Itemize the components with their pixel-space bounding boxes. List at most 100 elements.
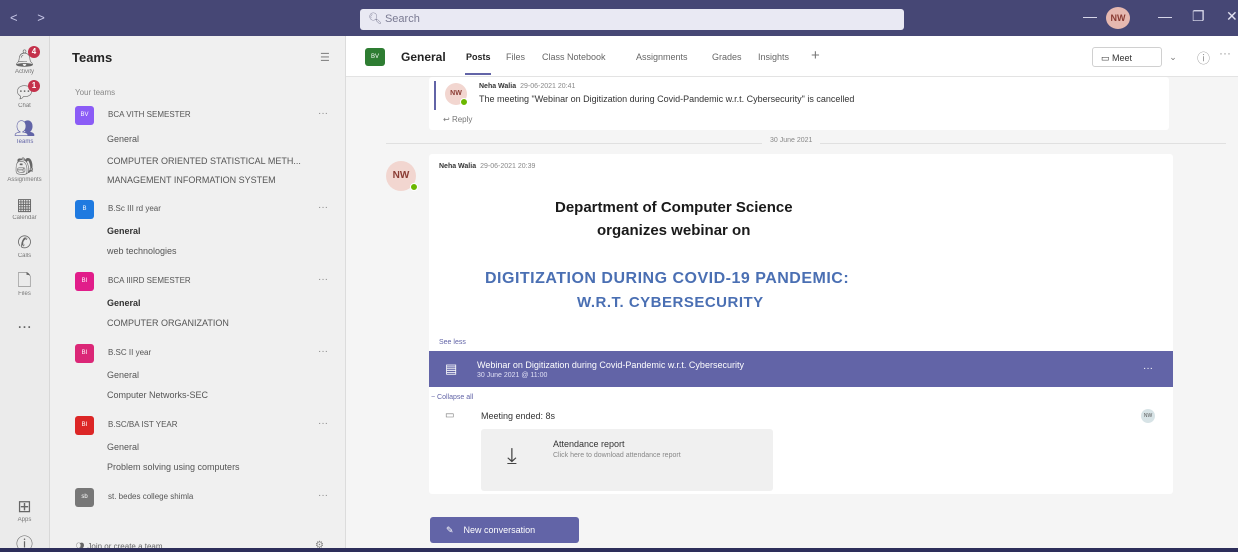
team-name: BCA VITH SEMESTER (108, 110, 191, 119)
channel-item[interactable]: General (107, 442, 139, 452)
tab-files[interactable]: Files (506, 52, 525, 62)
back-forward-nav[interactable]: < > (10, 10, 53, 25)
team-item[interactable]: B B.Sc III rd year ··· (75, 200, 335, 220)
attendance-report-card[interactable]: ⤓ Attendance report Click here to downlo… (481, 429, 773, 491)
active-tab-indicator (465, 73, 491, 75)
teams-panel: Teams ☰ Your teams BV BCA VITH SEMESTER … (50, 36, 346, 552)
teams-window: < > 🔍︎ Search — NW — ❐ ✕ 🔔︎ 4 Activity 💬︎… (0, 0, 1238, 552)
team-item[interactable]: BI BCA IIIRD SEMESTER ··· (75, 272, 335, 292)
rail-apps[interactable]: ⊞ Apps (0, 498, 49, 524)
message-header: Neha Walia 29-06-2021 20:41 (479, 83, 575, 90)
video-camera-icon: ▭ (1101, 53, 1113, 63)
filter-icon[interactable]: ☰ (320, 51, 330, 64)
attendance-report-title: Attendance report (553, 439, 625, 449)
channel-header: BV General Posts Files Class Notebook As… (346, 36, 1238, 77)
meeting-date: 30 June 2021 @ 11:00 (477, 372, 548, 379)
rail-chat[interactable]: 💬︎ 1 Chat (0, 80, 49, 109)
tab-class-notebook[interactable]: Class Notebook (542, 52, 606, 62)
team-name: st. bedes college shimla (108, 492, 194, 501)
conversation-area: NW Neha Walia 29-06-2021 20:41 The meetin… (346, 77, 1238, 552)
team-item[interactable]: sb st. bedes college shimla ··· (75, 488, 335, 508)
poster-heading-line: organizes webinar on (597, 222, 751, 239)
more-options-icon[interactable]: ··· (318, 346, 328, 357)
team-avatar: B (75, 200, 94, 219)
rail-calls[interactable]: ✆ Calls (0, 233, 49, 260)
download-icon: ⤓ (507, 443, 517, 468)
minimize-button[interactable]: — (1158, 8, 1172, 24)
add-tab-button[interactable]: + (811, 47, 820, 64)
title-bar: < > 🔍︎ Search — NW — ❐ ✕ (0, 0, 1238, 39)
more-icon: ... (17, 313, 32, 332)
team-avatar: BI (75, 344, 94, 363)
poster-heading-line: Department of Computer Science (555, 199, 793, 216)
more-options-icon[interactable]: ··· (318, 108, 328, 119)
team-name: B.Sc III rd year (108, 204, 161, 213)
poster-title-line: DIGITIZATION DURING COVID-19 PANDEMIC: (485, 270, 850, 287)
meet-button[interactable]: ▭ Meet (1092, 47, 1162, 67)
new-conversation-button[interactable]: ✎ New conversation (430, 517, 579, 543)
rail-teams[interactable]: 👥︎ Teams (0, 120, 49, 146)
team-item[interactable]: BV BCA VITH SEMESTER ··· (75, 106, 335, 126)
message-card: Neha Walia 29-06-2021 20:39 Department of… (429, 154, 1173, 494)
info-icon[interactable]: ⓘ (1197, 48, 1210, 67)
date-label: 30 June 2021 (762, 137, 821, 144)
teams-title: Teams (72, 50, 113, 65)
tab-assignments[interactable]: Assignments (636, 52, 688, 62)
search-input[interactable]: 🔍︎ Search (360, 9, 904, 30)
more-options-icon[interactable]: ··· (1219, 46, 1231, 60)
rail-activity[interactable]: 🔔︎ 4 Activity (0, 46, 49, 75)
meeting-ended-text: Meeting ended: 8s (481, 411, 556, 421)
message-header: Neha Walia 29-06-2021 20:39 (439, 163, 535, 170)
see-less-link[interactable]: See less (439, 339, 466, 346)
team-item[interactable]: BI B.SC II year ··· (75, 344, 335, 364)
tab-insights[interactable]: Insights (758, 52, 789, 62)
thread-bar (434, 81, 436, 110)
channel-item[interactable]: General (107, 298, 141, 308)
channel-team-avatar: BV (365, 48, 385, 66)
app-rail: 🔔︎ 4 Activity 💬︎ 1 Chat 👥︎ Teams 🎒︎ Assi… (0, 36, 50, 552)
channel-item[interactable]: Problem solving using computers (107, 462, 240, 472)
message-card: NW Neha Walia 29-06-2021 20:41 The meetin… (429, 77, 1169, 130)
channel-item[interactable]: Computer Networks-SEC (107, 390, 208, 400)
channel-item[interactable]: MANAGEMENT INFORMATION SYSTEM (107, 175, 276, 185)
channel-item[interactable]: General (107, 226, 141, 236)
more-options-icon[interactable]: ··· (318, 418, 328, 429)
compose-icon: ✎ (446, 525, 454, 535)
more-options-icon[interactable]: ··· (318, 274, 328, 285)
rail-assignments[interactable]: 🎒︎ Assignments (0, 158, 49, 184)
channel-item[interactable]: General (107, 134, 139, 144)
message-text: The meeting "Webinar on Digitization dur… (479, 94, 855, 104)
phone-icon: ✆ (17, 233, 32, 252)
chat-icon: 💬︎ (13, 83, 36, 102)
more-options-icon[interactable]: ··· (318, 490, 328, 501)
tab-grades[interactable]: Grades (712, 52, 742, 62)
more-options-icon[interactable]: ··· (318, 202, 328, 213)
channel-item[interactable]: General (107, 370, 139, 380)
profile-avatar[interactable]: NW (1106, 7, 1130, 29)
channel-item[interactable]: COMPUTER ORIENTED STATISTICAL METH... (107, 156, 301, 166)
restore-button[interactable]: ❐ (1192, 8, 1205, 25)
team-avatar: BI (75, 416, 94, 435)
collapse-all-link[interactable]: − Collapse all (431, 394, 473, 401)
reply-icon: ↩ (443, 115, 452, 124)
bell-icon: 🔔︎ (13, 49, 36, 68)
window-bottom-border (0, 548, 1238, 552)
reply-button[interactable]: ↩ Reply (443, 115, 472, 124)
more-options-icon[interactable]: ··· (1143, 363, 1153, 374)
rail-calendar[interactable]: ▦ Calendar (0, 196, 49, 222)
channel-item[interactable]: COMPUTER ORGANIZATION (107, 318, 229, 328)
team-name: B.SC/BA IST YEAR (108, 420, 178, 429)
team-avatar: BV (75, 106, 94, 125)
team-item[interactable]: BI B.SC/BA IST YEAR ··· (75, 416, 335, 436)
channel-item[interactable]: web technologies (107, 246, 177, 256)
rail-files[interactable]: 🗋 Files (0, 272, 49, 298)
meeting-title: Webinar on Digitization during Covid-Pan… (477, 360, 744, 370)
meet-dropdown-chevron[interactable]: ⌄ (1164, 47, 1182, 67)
chat-badge: 1 (28, 80, 40, 92)
more-options-icon[interactable]: — (1083, 8, 1097, 24)
rail-more[interactable]: ... (0, 314, 49, 332)
tab-posts[interactable]: Posts (466, 52, 491, 62)
participant-avatar: NW (1141, 409, 1155, 423)
close-button[interactable]: ✕ (1226, 8, 1238, 25)
meeting-card[interactable]: ▤ Webinar on Digitization during Covid-P… (429, 351, 1173, 387)
